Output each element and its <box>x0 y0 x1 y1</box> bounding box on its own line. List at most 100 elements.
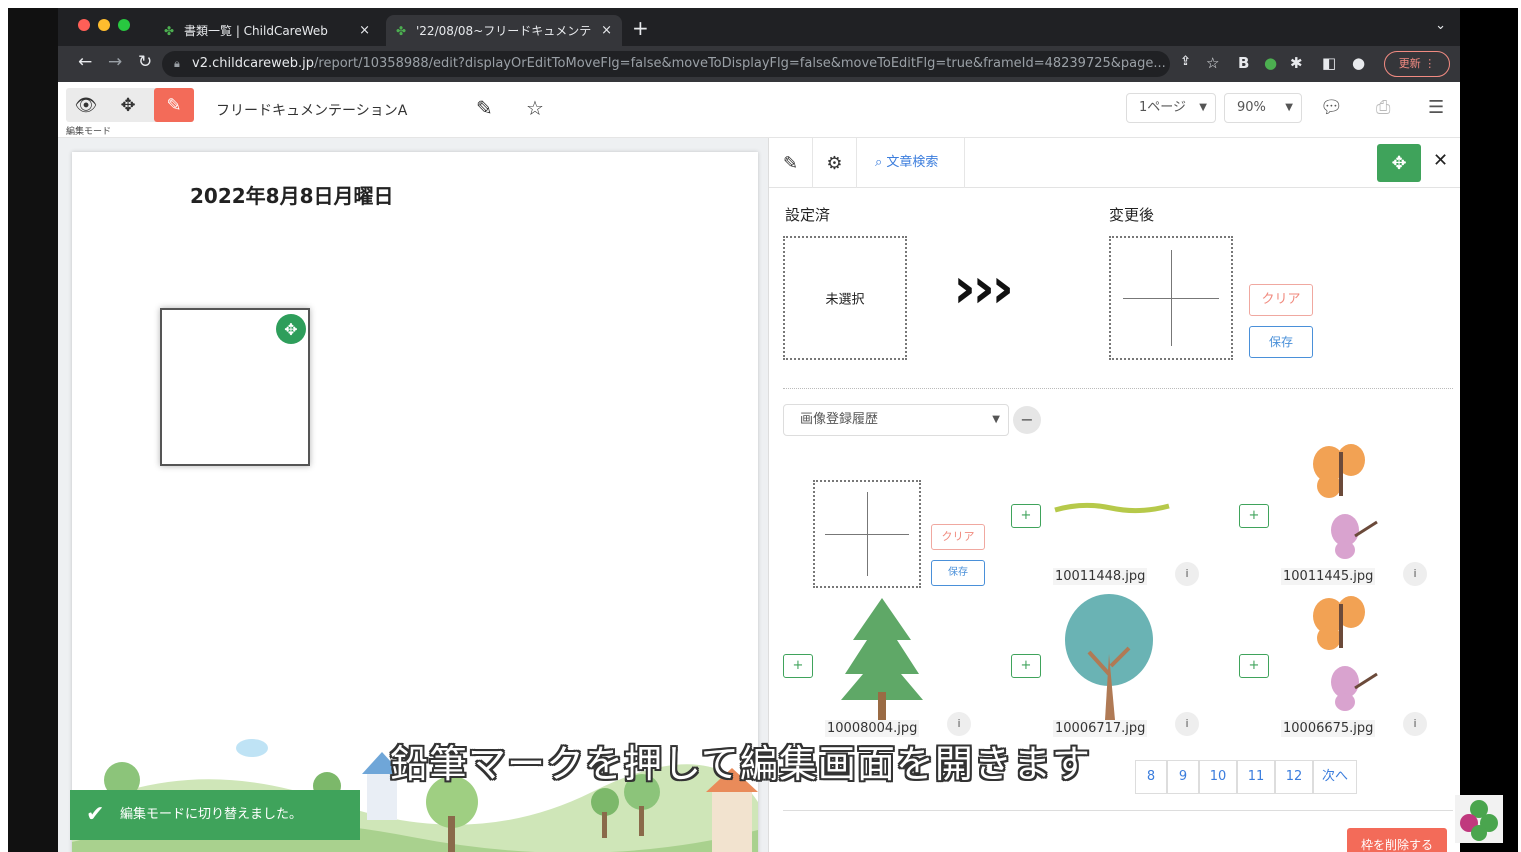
clear-button[interactable]: クリア <box>1249 284 1313 316</box>
url-path: /report/10358988/edit?displayOrEditToMov… <box>314 56 1166 71</box>
browser-tab-document-list[interactable]: ✤ 書類一覧 | ChildCareWeb × <box>154 15 380 46</box>
pagination-page-10[interactable]: 10 <box>1199 760 1237 794</box>
image-info-button[interactable]: i <box>1403 712 1427 736</box>
rename-pencil-icon[interactable]: ✎ <box>476 96 493 120</box>
reading-list-icon[interactable]: ◧ <box>1322 54 1336 72</box>
use-image-button[interactable]: + <box>1011 504 1041 528</box>
video-letterbox-right <box>1460 8 1518 852</box>
zoom-select[interactable]: 90% ▼ <box>1224 93 1302 123</box>
settings-gear-icon[interactable]: ⚙ <box>813 138 857 188</box>
favorite-star-icon[interactable]: ☆ <box>526 96 544 120</box>
profile-icon[interactable]: ● <box>1352 54 1365 72</box>
window-close-dot[interactable] <box>78 19 90 31</box>
image-info-button[interactable]: i <box>1175 712 1199 736</box>
slot-clear-button[interactable]: クリア <box>931 524 985 550</box>
change-arrows: ››› <box>953 256 1014 321</box>
tab-title: '22/08/08~フリードキュメンテ <box>416 24 592 38</box>
image-filename: 10011445.jpg <box>1281 568 1376 585</box>
extension-green-icon[interactable]: ● <box>1264 54 1277 72</box>
move-mode-arrows-icon[interactable]: ✥ <box>108 88 148 122</box>
use-image-button[interactable]: + <box>1239 654 1269 678</box>
mode-switch-group: 👁︎ ✥ ✎ <box>66 88 194 122</box>
tab-close-icon[interactable]: × <box>601 23 612 38</box>
url-host: v2.childcareweb.jp <box>192 56 315 71</box>
new-image-dropzone[interactable] <box>1109 236 1233 360</box>
tab-title: 書類一覧 | ChildCareWeb <box>184 24 328 38</box>
image-thumb-grass[interactable] <box>1053 496 1171 516</box>
checkmark-icon: ✔ <box>86 802 105 827</box>
delete-frame-button[interactable]: 枠を削除する <box>1347 828 1447 852</box>
window-zoom-dot[interactable] <box>118 19 130 31</box>
text-search-tab[interactable]: ⌕ 文章検索 <box>859 138 965 188</box>
video-frame: ✤ 書類一覧 | ChildCareWeb × ✤ '22/08/08~フリード… <box>8 8 1518 852</box>
image-thumb-butterflies[interactable] <box>1299 438 1383 568</box>
save-button[interactable]: 保存 <box>1249 326 1313 358</box>
image-filename: 10006675.jpg <box>1281 720 1376 737</box>
edit-text-icon[interactable]: ✎ <box>769 138 813 188</box>
bookmark-star-icon[interactable]: ☆ <box>1206 54 1219 72</box>
extension-b-icon[interactable]: B <box>1238 54 1249 72</box>
menu-hamburger-icon[interactable]: ☰ <box>1428 97 1444 118</box>
share-icon[interactable]: ⇪ <box>1180 54 1191 69</box>
image-history-select[interactable]: 画像登録履歴 ▼ <box>783 404 1009 436</box>
use-image-button[interactable]: + <box>1239 504 1269 528</box>
print-icon[interactable]: ⎙ <box>1376 97 1390 118</box>
browser-tab-active[interactable]: ✤ '22/08/08~フリードキュメンテ × <box>386 15 622 46</box>
pagination-page-8[interactable]: 8 <box>1135 760 1167 794</box>
extensions-puzzle-icon[interactable]: ✱ <box>1290 54 1303 72</box>
panel-move-icon[interactable]: ✥ <box>1377 144 1421 182</box>
mode-label: 編集モード <box>66 127 112 137</box>
browser-tab-bar: ✤ 書類一覧 | ChildCareWeb × ✤ '22/08/08~フリード… <box>58 8 1460 46</box>
pagination-next[interactable]: 次へ <box>1313 760 1357 794</box>
image-frame[interactable]: ✥ <box>160 308 310 466</box>
app-toolbar: 👁︎ ✥ ✎ 編集モード フリードキュメンテーションA ✎ ☆ 1ページ ▼ 9… <box>58 82 1460 138</box>
plus-cross-line <box>825 534 909 535</box>
pagination-page-9[interactable]: 9 <box>1167 760 1199 794</box>
tab-close-icon[interactable]: × <box>359 23 370 38</box>
use-image-button[interactable]: + <box>783 654 813 678</box>
view-mode-eye-icon[interactable]: 👁︎ <box>66 88 106 122</box>
pagination-page-12[interactable]: 12 <box>1275 760 1313 794</box>
url-field[interactable]: 🔒︎ v2.childcareweb.jp/report/10358988/ed… <box>162 51 1170 77</box>
image-thumb-pine-tree[interactable] <box>839 596 925 720</box>
frame-move-handle-icon[interactable]: ✥ <box>276 314 306 344</box>
browser-window: ✤ 書類一覧 | ChildCareWeb × ✤ '22/08/08~フリード… <box>58 8 1460 852</box>
forward-icon[interactable]: → <box>108 52 122 72</box>
tab-search-chevron-icon[interactable]: ⌄ <box>1435 18 1446 33</box>
plus-cross-line <box>1123 298 1219 299</box>
comment-icon[interactable]: 💬︎ <box>1320 97 1343 118</box>
site-favicon-icon: ✤ <box>164 23 175 38</box>
page-select[interactable]: 1ページ ▼ <box>1126 93 1216 123</box>
mode-switched-toast: ✔ 編集モードに切り替えました。 <box>70 790 360 840</box>
window-minimize-dot[interactable] <box>98 19 110 31</box>
reload-icon[interactable]: ↻ <box>138 52 152 72</box>
edit-mode-pencil-icon[interactable]: ✎ <box>154 88 194 122</box>
use-image-button[interactable]: + <box>1011 654 1041 678</box>
channel-logo <box>1455 795 1503 843</box>
zoom-select-value: 90% <box>1237 100 1266 115</box>
page-select-value: 1ページ <box>1139 100 1187 115</box>
chevron-down-icon: ▼ <box>1199 102 1207 113</box>
site-favicon-icon: ✤ <box>396 23 407 38</box>
upload-slot[interactable] <box>813 480 921 588</box>
collapse-minus-button[interactable]: − <box>1013 406 1041 434</box>
image-info-button[interactable]: i <box>1403 562 1427 586</box>
pagination-page-11[interactable]: 11 <box>1237 760 1275 794</box>
update-button[interactable]: 更新 ⋮ <box>1384 51 1450 77</box>
image-filename: 10011448.jpg <box>1053 568 1148 585</box>
update-label: 更新 <box>1398 57 1421 70</box>
slot-save-button[interactable]: 保存 <box>931 560 985 586</box>
panel-close-icon[interactable]: ✕ <box>1433 150 1448 171</box>
toast-message: 編集モードに切り替えました。 <box>120 807 303 822</box>
image-thumb-butterflies[interactable] <box>1299 590 1383 718</box>
new-tab-icon[interactable]: + <box>632 16 649 40</box>
page-date-heading: 2022年8月8日月曜日 <box>190 184 394 208</box>
document-title: フリードキュメンテーションA <box>216 103 408 119</box>
screen: ✤ 書類一覧 | ChildCareWeb × ✤ '22/08/08~フリード… <box>0 0 1521 852</box>
image-thumb-round-tree[interactable] <box>1061 594 1161 720</box>
divider <box>783 388 1453 389</box>
image-history-value: 画像登録履歴 <box>800 412 879 427</box>
video-subtitle: 鉛筆マークを押して編集画面を開きます <box>390 742 1091 786</box>
image-info-button[interactable]: i <box>1175 562 1199 586</box>
back-icon[interactable]: ← <box>78 52 92 72</box>
